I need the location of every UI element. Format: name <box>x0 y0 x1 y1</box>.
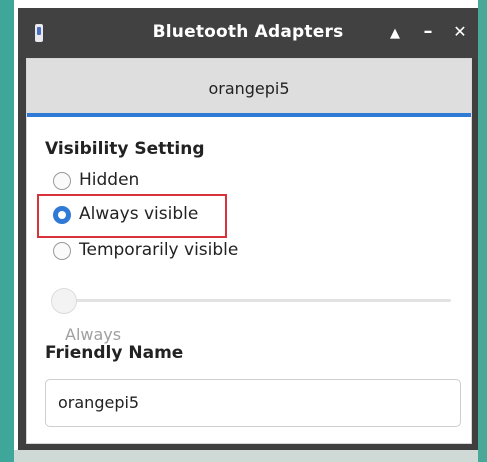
tab-orangepi5[interactable]: orangepi5 <box>27 59 471 117</box>
minimize-button[interactable]: – <box>416 20 440 44</box>
window-title: Bluetooth Adapters <box>152 22 344 42</box>
maximize-icon: ▲ <box>390 26 400 41</box>
friendly-name-input[interactable]: orangepi5 <box>45 379 461 427</box>
friendly-name-heading: Friendly Name <box>45 343 184 363</box>
annotation-highlight-box <box>37 194 227 238</box>
close-icon: ✕ <box>453 22 467 41</box>
bluetooth-adapters-window: Bluetooth Adapters ▲ – ✕ orangepi5 Visib… <box>18 8 478 450</box>
close-button[interactable]: ✕ <box>448 20 472 44</box>
visibility-timeout-slider[interactable] <box>57 299 451 302</box>
desktop-background-bottom <box>14 450 478 462</box>
radio-hidden-label: Hidden <box>79 170 140 190</box>
radio-temporarily-visible[interactable]: Temporarily visible <box>53 239 273 267</box>
desktop-background-left <box>0 0 14 462</box>
radio-temporarily-visible-label: Temporarily visible <box>79 240 239 260</box>
visibility-setting-heading: Visibility Setting <box>45 139 205 159</box>
slider-handle[interactable] <box>51 288 77 314</box>
slider-value-caption: Always <box>65 325 122 344</box>
radio-button[interactable] <box>53 242 71 260</box>
adapter-settings-panel: orangepi5 Visibility Setting Hidden Alwa… <box>26 58 472 444</box>
maximize-button[interactable]: ▲ <box>383 20 407 44</box>
tab-selected-indicator <box>27 113 471 117</box>
minimize-icon: – <box>423 21 433 42</box>
desktop-background-right <box>478 0 487 462</box>
radio-button[interactable] <box>53 172 71 190</box>
friendly-name-value: orangepi5 <box>58 393 140 412</box>
tab-label: orangepi5 <box>208 79 290 98</box>
title-bar[interactable]: Bluetooth Adapters ▲ – ✕ <box>18 8 478 58</box>
radio-hidden[interactable]: Hidden <box>53 169 163 197</box>
